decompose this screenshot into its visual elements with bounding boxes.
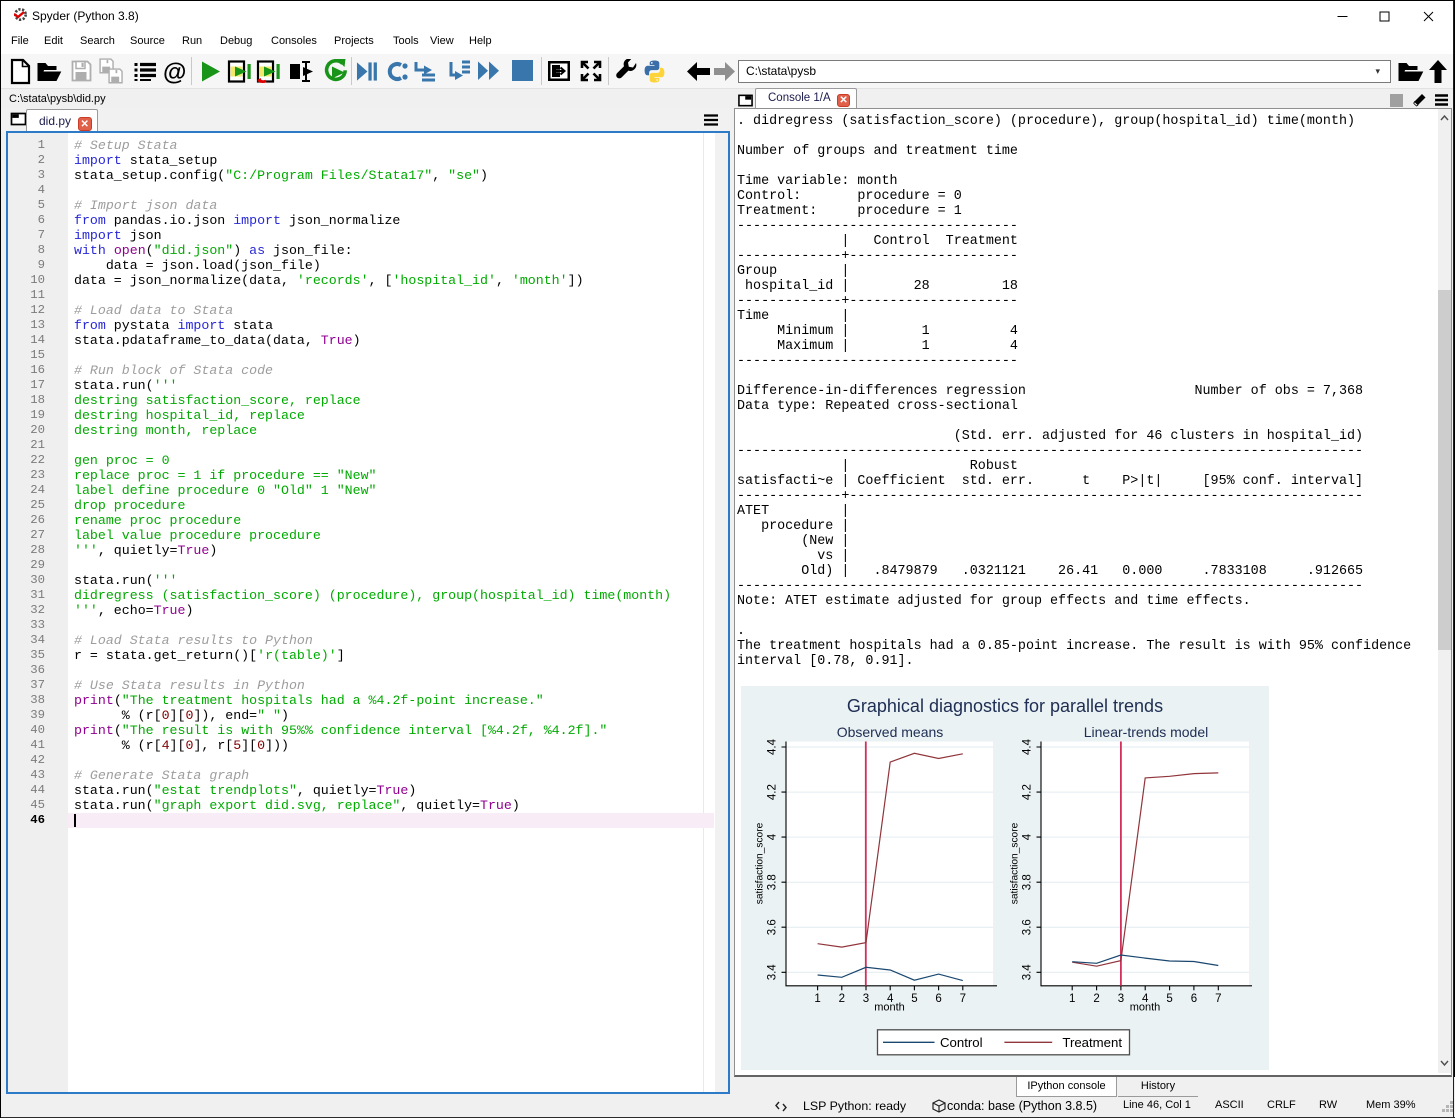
svg-text:3.6: 3.6 xyxy=(767,919,779,935)
svg-text:Graphical diagnostics for para: Graphical diagnostics for parallel trend… xyxy=(847,696,1163,716)
svg-text:Control: Control xyxy=(940,1035,983,1050)
svg-text:3.4: 3.4 xyxy=(767,964,779,981)
svg-text:3: 3 xyxy=(863,993,869,1005)
svg-text:4: 4 xyxy=(767,833,779,840)
svg-text:4.4: 4.4 xyxy=(767,738,779,755)
svg-text:3: 3 xyxy=(1118,993,1124,1005)
svg-text:5: 5 xyxy=(1166,993,1172,1005)
svg-text:4: 4 xyxy=(1022,833,1034,840)
svg-text:7: 7 xyxy=(960,993,966,1005)
svg-text:Linear-trends model: Linear-trends model xyxy=(1084,724,1209,740)
svg-text:Observed means: Observed means xyxy=(837,724,944,740)
svg-text:3.4: 3.4 xyxy=(1022,964,1034,981)
svg-text:month: month xyxy=(874,1002,905,1014)
svg-text:1: 1 xyxy=(814,993,820,1005)
svg-text:Treatment: Treatment xyxy=(1062,1035,1122,1050)
svg-text:3.6: 3.6 xyxy=(1022,919,1034,935)
svg-text:7: 7 xyxy=(1215,993,1221,1005)
svg-text:3.8: 3.8 xyxy=(1022,874,1034,890)
svg-text:5: 5 xyxy=(911,993,917,1005)
svg-text:2: 2 xyxy=(839,993,845,1005)
svg-text:3.8: 3.8 xyxy=(767,874,779,890)
svg-text:6: 6 xyxy=(1191,993,1197,1005)
svg-text:month: month xyxy=(1130,1002,1161,1014)
svg-text:4.2: 4.2 xyxy=(767,784,779,800)
svg-text:satisfaction_score: satisfaction_score xyxy=(1010,822,1021,904)
svg-text:1: 1 xyxy=(1069,993,1075,1005)
svg-text:2: 2 xyxy=(1093,993,1099,1005)
svg-text:4.4: 4.4 xyxy=(1022,738,1034,755)
svg-text:satisfaction_score: satisfaction_score xyxy=(755,822,766,904)
svg-text:4.2: 4.2 xyxy=(1022,784,1034,800)
svg-text:6: 6 xyxy=(935,993,941,1005)
